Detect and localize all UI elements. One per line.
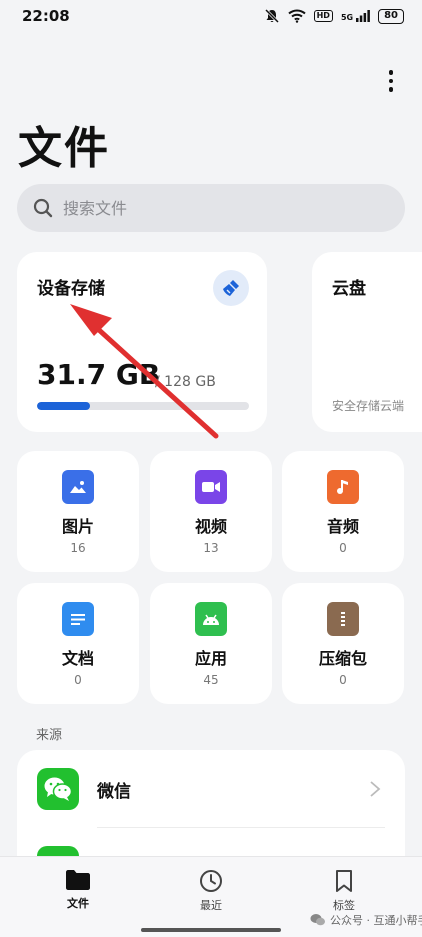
more-options-button[interactable] xyxy=(378,66,404,96)
folder-icon xyxy=(66,870,90,890)
category-images[interactable]: 图片 16 xyxy=(17,451,139,572)
signal-icon xyxy=(356,10,370,22)
category-count: 45 xyxy=(203,673,219,687)
source-name: 微信 xyxy=(97,781,131,802)
cloud-subtitle: 安全存储云端 xyxy=(332,399,405,413)
nav-tab-tags[interactable]: 标签 xyxy=(304,869,384,913)
nav-label: 文件 xyxy=(67,897,89,910)
category-label: 视频 xyxy=(194,517,227,536)
storage-total: / 128 GB xyxy=(155,374,216,390)
nav-tab-recent[interactable]: 最近 xyxy=(171,869,251,913)
home-indicator xyxy=(141,928,281,932)
category-label: 应用 xyxy=(194,649,227,668)
status-icons: HD 5G 80 xyxy=(264,8,404,24)
music-icon xyxy=(327,470,359,504)
category-count: 0 xyxy=(339,673,347,687)
status-time: 22:08 xyxy=(22,7,70,25)
category-label: 音频 xyxy=(326,517,359,536)
battery-indicator: 80 xyxy=(378,8,404,24)
image-icon xyxy=(62,470,94,504)
archive-icon xyxy=(327,602,359,636)
document-icon xyxy=(62,602,94,636)
storage-title: 设备存储 xyxy=(37,279,105,299)
more-dot-icon xyxy=(388,87,394,92)
category-apps[interactable]: 应用 45 xyxy=(150,583,272,704)
storage-progress-bar xyxy=(37,402,249,410)
category-count: 0 xyxy=(74,673,82,687)
watermark: 公众号 · 互通小帮手 xyxy=(310,912,422,928)
nav-tab-files[interactable]: 文件 xyxy=(38,869,118,911)
search-bar[interactable] xyxy=(17,184,405,232)
wechat-icon xyxy=(37,768,79,810)
category-videos[interactable]: 视频 13 xyxy=(150,451,272,572)
sources-section-label: 来源 xyxy=(36,728,63,743)
network-label: 5G xyxy=(340,13,354,22)
network-indicator: 5G xyxy=(341,10,370,22)
storage-used: 31.7 GB xyxy=(37,358,161,391)
wifi-icon xyxy=(287,9,306,23)
mute-icon xyxy=(264,8,279,24)
clean-button[interactable] xyxy=(213,270,249,306)
watermark-text: 公众号 · 互通小帮手 xyxy=(330,914,422,927)
nav-label: 标签 xyxy=(333,899,355,912)
bookmark-icon xyxy=(336,870,352,892)
source-item-wechat[interactable]: 微信 xyxy=(17,750,405,828)
category-label: 图片 xyxy=(61,517,94,536)
category-count: 0 xyxy=(339,541,347,555)
category-archives[interactable]: 压缩包 0 xyxy=(282,583,404,704)
category-count: 16 xyxy=(70,541,86,555)
android-icon xyxy=(195,602,227,636)
cloud-drive-card[interactable]: 云盘 安全存储云端 xyxy=(312,252,422,432)
broom-icon xyxy=(223,280,239,296)
device-storage-card[interactable]: 设备存储 31.7 GB / 128 GB xyxy=(17,252,267,432)
page-title: 文件 xyxy=(18,123,110,174)
hd-badge: HD xyxy=(313,10,333,22)
search-icon xyxy=(33,198,53,218)
wechat-icon xyxy=(310,914,325,926)
category-documents[interactable]: 文档 0 xyxy=(17,583,139,704)
status-bar: 22:08 HD 5G 80 xyxy=(0,0,422,32)
category-label: 文档 xyxy=(61,649,94,668)
more-dot-icon xyxy=(388,78,394,84)
more-dot-icon xyxy=(388,70,394,75)
chevron-right-icon xyxy=(370,781,381,797)
cloud-title: 云盘 xyxy=(332,279,366,299)
category-count: 13 xyxy=(203,541,219,555)
search-input[interactable] xyxy=(63,198,363,218)
video-icon xyxy=(195,470,227,504)
nav-label: 最近 xyxy=(200,899,222,912)
category-label: 压缩包 xyxy=(318,649,367,668)
storage-progress-fill xyxy=(37,402,90,410)
category-audio[interactable]: 音频 0 xyxy=(282,451,404,572)
clock-icon xyxy=(200,870,222,892)
